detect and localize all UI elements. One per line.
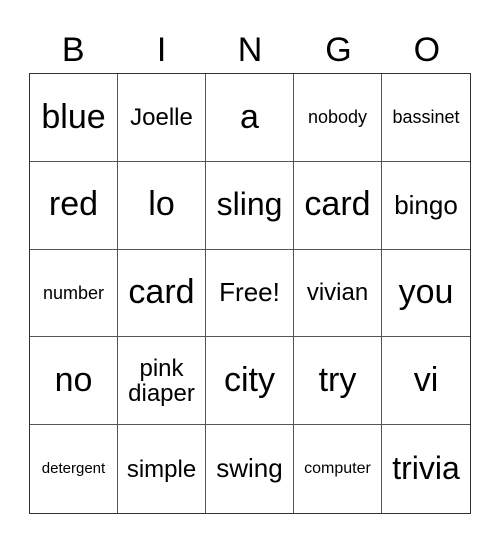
bingo-cell[interactable]: sling — [206, 161, 294, 250]
bingo-cell[interactable]: card — [294, 161, 382, 250]
bingo-cell[interactable]: computer — [294, 425, 382, 513]
bingo-cell[interactable]: a — [206, 74, 294, 162]
bingo-cell[interactable]: pink diaper — [118, 337, 206, 426]
bingo-cell[interactable]: vi — [382, 337, 470, 426]
bingo-cell[interactable]: try — [294, 337, 382, 426]
header-letter-i: I — [156, 31, 167, 69]
bingo-header: B I N G O — [29, 28, 471, 72]
bingo-cell[interactable]: bingo — [382, 162, 470, 250]
bingo-cell[interactable]: number — [30, 249, 118, 338]
bingo-cell[interactable]: card — [118, 249, 206, 338]
header-letter-g: G — [325, 31, 352, 69]
header-letter-n: N — [237, 31, 263, 69]
header-letter-b: B — [61, 31, 85, 69]
bingo-cell[interactable]: simple — [118, 425, 206, 513]
bingo-cell[interactable]: no — [30, 337, 118, 426]
bingo-cell[interactable]: city — [206, 337, 294, 426]
bingo-cell[interactable]: nobody — [294, 74, 382, 162]
bingo-cell[interactable]: lo — [118, 161, 206, 250]
bingo-cell[interactable]: bassinet — [382, 74, 470, 162]
header-letter-o: O — [413, 31, 441, 69]
bingo-cell[interactable]: detergent — [30, 425, 118, 513]
bingo-cell[interactable]: trivia — [382, 425, 470, 513]
bingo-cell[interactable]: red — [30, 161, 118, 250]
bingo-board: blue Joelle a nobody bassinet red lo sli… — [29, 73, 471, 514]
free-space-cell[interactable]: Free! — [206, 249, 294, 338]
bingo-cell[interactable]: vivian — [294, 249, 382, 338]
bingo-cell[interactable]: blue — [30, 74, 118, 162]
bingo-cell[interactable]: Joelle — [118, 74, 206, 162]
bingo-cell[interactable]: swing — [206, 425, 294, 513]
bingo-cell[interactable]: you — [382, 250, 470, 338]
